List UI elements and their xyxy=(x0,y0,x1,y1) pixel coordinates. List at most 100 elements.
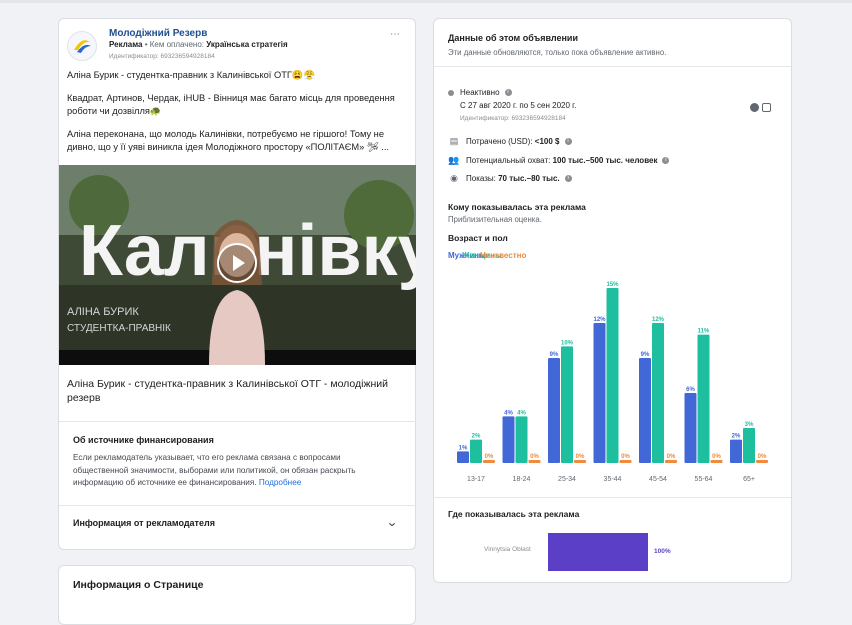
location-title: Где показывалась эта реклама xyxy=(448,509,580,519)
reach-row: 👥 Потенциальный охват: 100 тыс.–500 тыс. … xyxy=(448,155,670,166)
reach-value: 100 тыс.–500 тыс. человек xyxy=(552,156,658,165)
spend-value: <100 $ xyxy=(534,137,560,146)
bar xyxy=(710,460,723,463)
bar xyxy=(470,439,482,463)
paid-by-prefix: • Кем оплачено: xyxy=(144,40,205,49)
info-icon[interactable]: i xyxy=(564,175,572,183)
bar-value-label: 0% xyxy=(667,454,676,460)
x-tick-label: 25-34 xyxy=(558,476,576,483)
legend-unknown[interactable]: Неизвестно xyxy=(480,251,526,260)
bar xyxy=(515,416,528,463)
bar xyxy=(684,393,697,463)
top-divider xyxy=(0,0,852,3)
bar xyxy=(639,358,651,463)
run-dates: С 27 авг 2020 г. по 5 сен 2020 г. xyxy=(460,101,577,110)
ad-body: Аліна Бурик - студентка-правник з Калині… xyxy=(67,69,399,164)
x-tick-label: 65+ xyxy=(743,476,755,483)
info-icon[interactable]: i xyxy=(662,157,670,165)
ad-id: Идентификатор: 693236594928184 xyxy=(109,53,215,60)
bar xyxy=(619,460,632,463)
video-caption-role: СТУДЕНТКА-ПРАВНІК xyxy=(67,323,171,334)
funding-text: Если рекламодатель указывает, что его ре… xyxy=(73,452,395,490)
bar xyxy=(652,323,664,463)
divider xyxy=(434,66,791,67)
ad-preview-card: Молодіжний Резерв Реклама • Кем оплачено… xyxy=(58,18,416,550)
bar-value-label: 0% xyxy=(530,454,539,460)
x-tick-label: 35-44 xyxy=(604,476,622,483)
sponsored-label: Реклама xyxy=(109,40,143,49)
ad-body-paragraph: Аліна Бурик - студентка-правник з Калині… xyxy=(67,70,316,80)
platforms xyxy=(747,99,771,117)
region-bar xyxy=(548,533,648,571)
reach-label: Потенциальный охват: xyxy=(466,156,551,165)
x-tick-label: 18-24 xyxy=(513,476,531,483)
bar-value-label: 10% xyxy=(561,340,574,346)
video-player[interactable]: Калинівку АЛІНА БУРИК СТУДЕНТКА-ПРАВНІК xyxy=(59,165,416,365)
bar xyxy=(756,460,768,463)
video-title[interactable]: Аліна Бурик - студентка-правник з Калині… xyxy=(67,377,397,405)
x-tick-label: 55-64 xyxy=(695,476,713,483)
bar xyxy=(593,323,606,463)
status-label: Неактивно xyxy=(460,88,500,97)
impressions-value: 70 тыс.–80 тыс. xyxy=(498,174,560,183)
page-name[interactable]: Молодіжний Резерв xyxy=(109,28,207,39)
page-avatar[interactable] xyxy=(67,31,97,61)
region-name: Vinnytsia Oblast xyxy=(484,546,531,553)
bar xyxy=(743,428,755,463)
learn-more-link[interactable]: Подробнее xyxy=(259,478,301,487)
play-icon xyxy=(233,255,245,271)
details-subtitle: Эти данные обновляются, только пока объя… xyxy=(448,48,667,57)
x-tick-label: 13-17 xyxy=(467,476,485,483)
region-percent: 100% xyxy=(654,548,671,555)
paid-by-name: Українська стратегія xyxy=(206,40,288,49)
audience-subtitle: Приблизительная оценка. xyxy=(448,215,542,224)
bar-value-label: 11% xyxy=(698,329,710,335)
age-gender-chart: 1%2%0%13-174% 4%0%18-249%10%0%25-3412%15%… xyxy=(457,282,768,483)
bar xyxy=(665,460,677,463)
bar xyxy=(548,358,560,463)
info-icon[interactable]: i xyxy=(564,138,572,146)
audience-title: Кому показывалась эта реклама xyxy=(448,202,586,212)
bar xyxy=(528,460,541,463)
impressions-row: ◉ Показы: 70 тыс.–80 тыс. i xyxy=(448,173,572,184)
bar-value-label: 2% xyxy=(472,434,481,440)
facebook-icon xyxy=(750,103,759,112)
spend-label: Потрачено (USD): xyxy=(466,137,533,146)
bar xyxy=(574,460,586,463)
bar-value-label: 0% xyxy=(485,454,494,460)
sponsor-line: Реклама • Кем оплачено: Українська страт… xyxy=(109,40,288,49)
status-row: Неактивно i xyxy=(448,88,512,97)
bar-value-label: 12% xyxy=(593,317,606,323)
play-button[interactable] xyxy=(217,243,257,283)
eye-icon: ◉ xyxy=(450,173,458,183)
age-gender-title: Возраст и пол xyxy=(448,233,508,243)
bar-value-label: 1% xyxy=(459,445,468,451)
people-icon: 👥 xyxy=(448,155,460,165)
bar-value-label: 6% xyxy=(686,387,695,393)
bar xyxy=(730,439,742,463)
bar xyxy=(561,346,573,463)
advertiser-info-toggle[interactable]: Информация от рекламодателя xyxy=(73,518,215,528)
page-info-title: Информация о Странице xyxy=(73,579,204,591)
funding-title: Об источнике финансирования xyxy=(73,435,214,445)
reserve-logo-icon xyxy=(74,40,91,53)
bar xyxy=(606,288,619,463)
impressions-label: Показы: xyxy=(466,174,496,183)
more-options-icon[interactable]: ⋯ xyxy=(390,29,401,40)
bar-value-label: 3% xyxy=(745,422,754,428)
spend-row: ▤ Потрачено (USD): <100 $ i xyxy=(448,136,572,147)
bar-value-label: 12% xyxy=(652,317,665,323)
bar xyxy=(483,460,495,463)
divider xyxy=(59,421,416,422)
ad-body-paragraph: Аліна переконана, що молодь Калинівки, п… xyxy=(67,129,390,152)
page-info-card: Информация о Странице xyxy=(58,565,416,625)
info-icon[interactable]: i xyxy=(504,89,512,97)
divider xyxy=(59,505,416,506)
bar-value-label: 9% xyxy=(550,352,559,358)
building-icon: ▤ xyxy=(449,136,459,146)
bar xyxy=(697,334,710,463)
x-tick-label: 45-54 xyxy=(649,476,667,483)
ad-header: Молодіжний Резерв Реклама • Кем оплачено… xyxy=(67,27,407,73)
chevron-down-icon[interactable]: ⌄ xyxy=(386,515,398,529)
bar xyxy=(457,451,469,463)
